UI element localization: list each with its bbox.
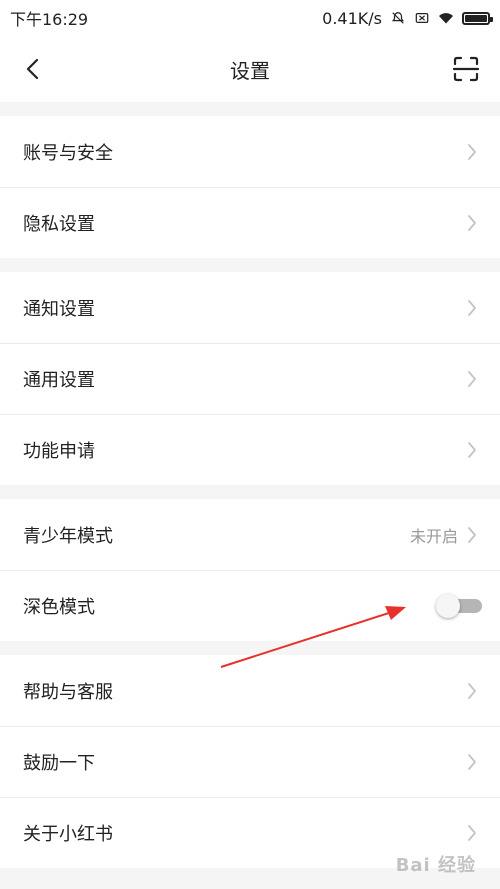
chevron-right-icon bbox=[468, 526, 476, 543]
chevron-right-icon bbox=[468, 824, 476, 841]
chevron-right-icon bbox=[468, 143, 476, 160]
chevron-left-icon bbox=[26, 58, 39, 80]
page-title: 设置 bbox=[230, 58, 270, 83]
battery-icon bbox=[462, 11, 493, 25]
settings-item-label: 账号与安全 bbox=[23, 142, 113, 164]
scan-button[interactable] bbox=[450, 53, 482, 85]
settings-item-teen-mode[interactable]: 青少年模式 未开启 bbox=[0, 499, 500, 570]
dark-mode-toggle[interactable] bbox=[436, 593, 482, 618]
settings-item-label: 通知设置 bbox=[23, 298, 95, 320]
status-indicators: 0.41K/s bbox=[322, 8, 493, 28]
settings-item-label: 深色模式 bbox=[23, 596, 95, 618]
chevron-right-icon bbox=[468, 370, 476, 387]
settings-item-label: 帮助与客服 bbox=[23, 681, 113, 703]
settings-item-account-security[interactable]: 账号与安全 bbox=[0, 116, 500, 187]
settings-item-label: 青少年模式 bbox=[23, 525, 113, 547]
settings-group-about: 帮助与客服 鼓励一下 关于小红书 bbox=[0, 655, 500, 868]
settings-item-label: 鼓励一下 bbox=[23, 752, 95, 774]
settings-item-notifications[interactable]: 通知设置 bbox=[0, 272, 500, 343]
settings-item-label: 通用设置 bbox=[23, 369, 95, 391]
bell-muted-icon bbox=[391, 12, 405, 24]
settings-item-label: 功能申请 bbox=[23, 440, 95, 462]
status-time: 下午16:29 bbox=[10, 10, 89, 29]
settings-item-privacy[interactable]: 隐私设置 bbox=[0, 187, 500, 258]
settings-group-modes: 青少年模式 未开启 深色模式 bbox=[0, 499, 500, 641]
net-speed: 0.41K/s bbox=[322, 8, 382, 28]
teen-mode-status: 未开启 bbox=[409, 526, 458, 546]
chevron-right-icon bbox=[468, 214, 476, 231]
settings-item-label: 关于小红书 bbox=[23, 823, 113, 845]
settings-item-feature-request[interactable]: 功能申请 bbox=[0, 414, 500, 485]
settings-item-general[interactable]: 通用设置 bbox=[0, 343, 500, 414]
settings-group-general: 通知设置 通用设置 功能申请 bbox=[0, 272, 500, 485]
settings-item-label: 隐私设置 bbox=[23, 213, 95, 235]
settings-item-help[interactable]: 帮助与客服 bbox=[0, 655, 500, 726]
settings-group-account: 账号与安全 隐私设置 bbox=[0, 116, 500, 258]
status-bar: 下午16:29 0.41K/s bbox=[0, 0, 500, 36]
settings-item-encourage[interactable]: 鼓励一下 bbox=[0, 726, 500, 797]
watermark: Bai 经验 bbox=[395, 855, 476, 876]
chevron-right-icon bbox=[468, 753, 476, 770]
chevron-right-icon bbox=[468, 682, 476, 699]
scan-icon bbox=[453, 56, 479, 82]
sim-off-icon bbox=[415, 13, 429, 23]
toggle-knob bbox=[436, 593, 460, 618]
back-button[interactable] bbox=[18, 55, 46, 83]
chevron-right-icon bbox=[468, 441, 476, 458]
settings-item-dark-mode: 深色模式 bbox=[0, 570, 500, 641]
nav-bar: 设置 bbox=[0, 36, 500, 102]
chevron-right-icon bbox=[468, 299, 476, 316]
wifi-icon bbox=[439, 13, 453, 24]
